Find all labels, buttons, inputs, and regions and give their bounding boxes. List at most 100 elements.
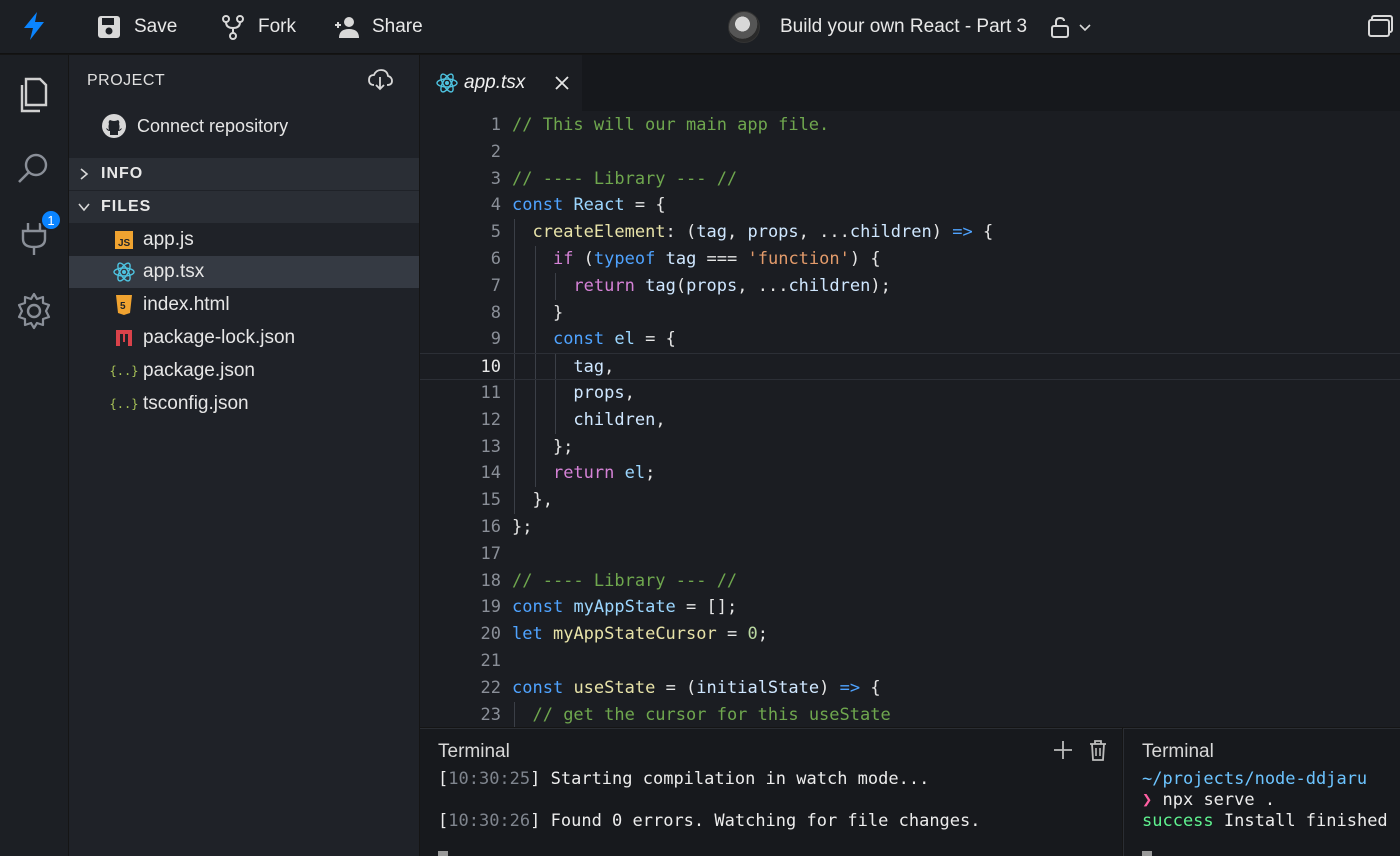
status-text: success: [1142, 811, 1214, 831]
line-number: 19: [480, 597, 501, 618]
npm-file-icon: [113, 327, 135, 349]
code-line[interactable]: 21: [420, 648, 1400, 675]
privacy-dropdown[interactable]: [1049, 15, 1093, 39]
timestamp: 10:30:26: [448, 811, 531, 831]
terminal-panel-2[interactable]: Terminal ~/projects/node-ddjaru ❯ npx se…: [1123, 728, 1400, 856]
line-source: }: [512, 302, 564, 323]
line-number: 12: [480, 409, 501, 430]
code-line[interactable]: 9 const el = {: [420, 326, 1400, 354]
files-section-toggle[interactable]: FILES: [69, 191, 419, 223]
plus-icon[interactable]: [1052, 739, 1074, 761]
terminal-command: npx serve .: [1162, 790, 1276, 810]
code-line[interactable]: 8 }: [420, 299, 1400, 327]
info-section-toggle[interactable]: INFO: [69, 158, 419, 190]
file-app-tsx[interactable]: app.tsx: [69, 256, 419, 288]
lightning-logo-icon[interactable]: [18, 10, 50, 42]
code-line[interactable]: 2: [420, 139, 1400, 166]
code-line[interactable]: 15 },: [420, 487, 1400, 514]
terminal-message: Install finished: [1223, 811, 1388, 831]
chevron-down-icon: [78, 203, 90, 212]
code-line[interactable]: 4 const React = {: [420, 192, 1400, 219]
code-line[interactable]: 10 tag,: [420, 353, 1400, 380]
svg-text:5: 5: [120, 301, 126, 312]
line-number: 9: [490, 329, 501, 350]
file-name: tsconfig.json: [143, 393, 249, 414]
cloud-download-icon[interactable]: [367, 69, 393, 91]
search-icon[interactable]: [14, 149, 54, 189]
terminal-path: ~/projects/node-ddjaru: [1142, 769, 1368, 789]
terminal-message: Found 0 errors. Watching for file change…: [550, 811, 981, 831]
line-number: 21: [480, 650, 501, 671]
fork-button[interactable]: Fork: [220, 0, 296, 54]
file-app-js[interactable]: JS app.js: [69, 224, 419, 256]
notification-badge: 1: [40, 209, 62, 231]
connect-repository-button[interactable]: Connect repository: [101, 113, 288, 139]
line-number: 14: [480, 463, 501, 484]
code-line[interactable]: 5 createElement: (tag, props, ...childre…: [420, 219, 1400, 246]
file-name: package-lock.json: [143, 327, 296, 348]
layout-icon[interactable]: [1368, 14, 1394, 38]
chevron-down-icon: [1079, 24, 1091, 32]
line-number: 8: [490, 302, 501, 323]
share-button[interactable]: Share: [334, 0, 423, 54]
project-title[interactable]: Build your own React - Part 3: [780, 16, 1027, 38]
code-line[interactable]: 18 // ---- Library --- //: [420, 568, 1400, 595]
line-number: 5: [490, 222, 501, 243]
close-icon[interactable]: [554, 75, 570, 91]
sidebar: PROJECT Connect repository INFO FILES JS…: [69, 55, 419, 856]
code-line[interactable]: 11 props,: [420, 379, 1400, 407]
connect-repository-label: Connect repository: [137, 115, 289, 136]
file-name: package.json: [143, 360, 255, 381]
save-button[interactable]: Save: [96, 0, 177, 54]
code-line[interactable]: 13 };: [420, 433, 1400, 461]
project-title-area: Build your own React - Part 3: [728, 0, 1093, 54]
code-line[interactable]: 19 const myAppState = [];: [420, 594, 1400, 621]
fork-label: Fork: [258, 16, 296, 37]
file-name: app.js: [143, 229, 194, 250]
code-line[interactable]: 7 return tag(props, ...children);: [420, 272, 1400, 300]
line-number: 13: [480, 436, 501, 457]
file-tsconfig-json[interactable]: {..} tsconfig.json: [69, 388, 419, 420]
project-header: PROJECT: [87, 72, 166, 89]
gear-icon[interactable]: [14, 291, 54, 331]
code-area[interactable]: 1// This will our main app file. 2 3// ---…: [420, 112, 1400, 727]
tab-label: app.tsx: [464, 72, 526, 93]
files-icon[interactable]: [14, 75, 54, 115]
unlock-icon: [1051, 16, 1070, 38]
file-name: index.html: [143, 294, 230, 315]
line-source: const useState = (initialState) => {: [512, 677, 881, 698]
trash-icon[interactable]: [1088, 739, 1108, 761]
line-source: },: [512, 490, 553, 511]
fork-icon: [222, 15, 244, 40]
code-line[interactable]: 22 const useState = (initialState) => {: [420, 675, 1400, 702]
code-editor: app.tsx 1 // This will our main app file.…: [420, 55, 1400, 727]
json-file-icon: {..}: [109, 364, 139, 378]
line-number: 17: [480, 543, 501, 564]
code-line[interactable]: 17: [420, 541, 1400, 568]
terminal-cursor: [1142, 851, 1152, 856]
file-package-lock-json[interactable]: package-lock.json: [69, 322, 419, 354]
line-number: 6: [490, 248, 501, 269]
code-line[interactable]: 1 // This will our main app file.: [420, 112, 1400, 139]
github-icon: [102, 114, 126, 138]
avatar[interactable]: [728, 11, 760, 43]
info-section-label: INFO: [101, 165, 144, 182]
code-line[interactable]: 16};: [420, 514, 1400, 541]
code-line[interactable]: 20 let myAppStateCursor = 0;: [420, 621, 1400, 648]
code-line[interactable]: 3 // ---- Library --- //: [420, 166, 1400, 193]
file-name: app.tsx: [143, 261, 205, 282]
code-line[interactable]: 12 children,: [420, 406, 1400, 434]
file-index-html[interactable]: 5 index.html: [69, 289, 419, 321]
file-package-json[interactable]: {..} package.json: [69, 355, 419, 387]
top-bar: Save Fork Share Build your own React - P…: [0, 0, 1400, 54]
line-source: tag,: [573, 357, 615, 378]
code-line[interactable]: 14 return el;: [420, 460, 1400, 488]
tab-app-tsx[interactable]: app.tsx: [420, 55, 582, 111]
terminal-message: Starting compilation in watch mode...: [550, 769, 930, 789]
code-line[interactable]: 23 // get the cursor for this useState: [420, 701, 1400, 727]
line-source: const myAppState = [];: [512, 597, 738, 618]
code-line[interactable]: 6 if (typeof tag === 'function') {: [420, 245, 1400, 273]
line-source: const React = {: [512, 195, 666, 216]
terminal-panel[interactable]: Terminal [10:30:25] Starting compilation…: [420, 728, 1122, 856]
js-file-icon: JS: [113, 229, 135, 251]
